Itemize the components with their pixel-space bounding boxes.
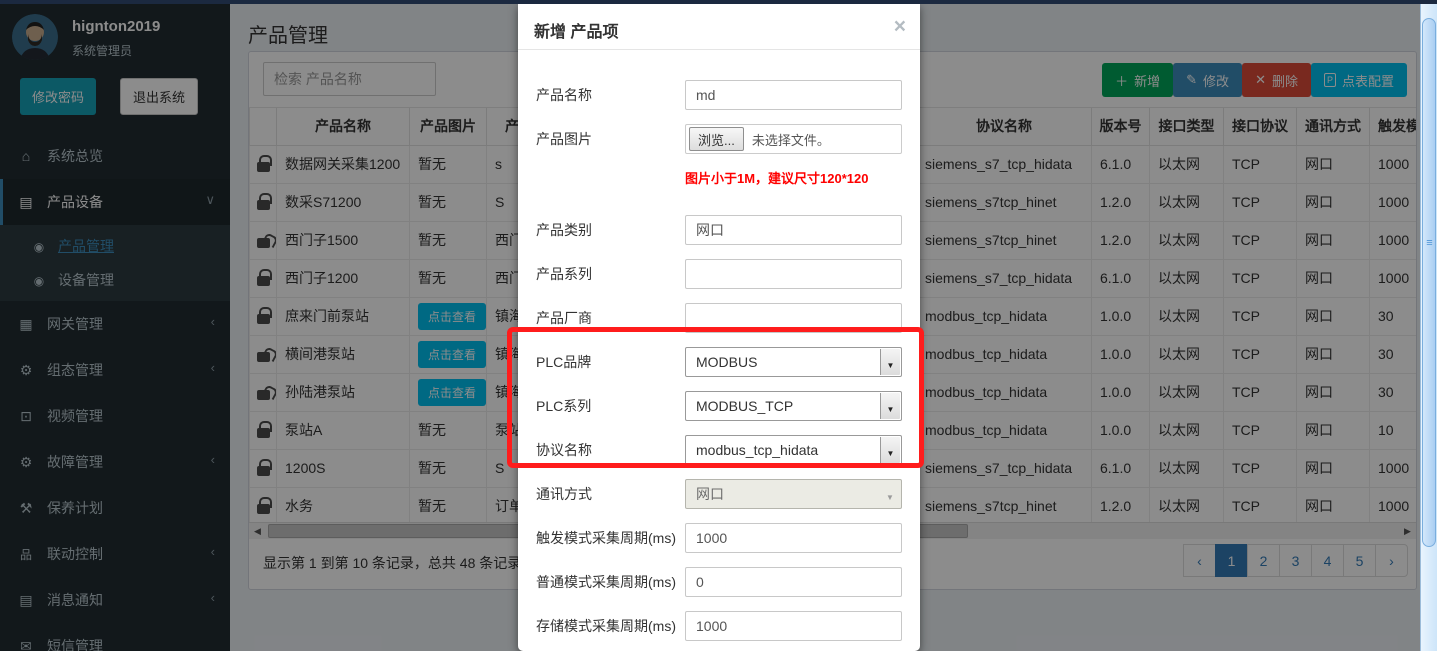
storage-period-input[interactable]: [685, 611, 902, 641]
plc-brand-label: PLC品牌: [536, 352, 685, 372]
product-image-label: 产品图片: [536, 129, 685, 149]
scrollbar-grip-icon: ≡: [1421, 237, 1437, 249]
trigger-period-label: 触发模式采集周期(ms): [536, 528, 685, 548]
plc-brand-select[interactable]: MODBUS: [685, 347, 902, 377]
trigger-period-input[interactable]: [685, 523, 902, 553]
normal-period-input[interactable]: [685, 567, 902, 597]
modal-body: 产品名称 产品图片 浏览... 未选择文件。 图片小于1M，建议尺寸120*12…: [518, 50, 920, 651]
dropdown-arrow-icon[interactable]: [880, 349, 900, 375]
comm-mode-select: 网口: [685, 479, 902, 509]
app-window: hignton2019 系统管理员 修改密码 退出系统 系统总览 产品设备 ∨ …: [0, 0, 1437, 651]
vertical-scroll-thumb[interactable]: [1422, 18, 1436, 547]
storage-period-label: 存储模式采集周期(ms): [536, 616, 685, 636]
product-series-input[interactable]: [685, 259, 902, 289]
product-image-file-input[interactable]: 浏览... 未选择文件。: [685, 124, 902, 154]
dropdown-arrow-icon[interactable]: [880, 393, 900, 419]
add-product-modal: 新增 产品项 × 产品名称 产品图片 浏览... 未选择文件。 图片小于1M，建…: [518, 4, 920, 651]
browse-button[interactable]: 浏览...: [689, 127, 744, 151]
product-vendor-input[interactable]: [685, 303, 902, 333]
top-strip: [0, 0, 1437, 4]
file-status-text: 未选择文件。: [752, 130, 830, 149]
modal-title: 新增 产品项: [534, 24, 618, 41]
vertical-scrollbar[interactable]: ≡: [1420, 4, 1437, 651]
protocol-name-label: 协议名称: [536, 440, 685, 460]
normal-period-label: 普通模式采集周期(ms): [536, 572, 685, 592]
product-category-input[interactable]: [685, 215, 902, 245]
dropdown-arrow-icon[interactable]: [880, 437, 900, 463]
dropdown-arrow-icon: [880, 481, 900, 507]
plc-series-label: PLC系列: [536, 396, 685, 416]
protocol-select[interactable]: modbus_tcp_hidata: [685, 435, 902, 465]
product-name-input[interactable]: [685, 80, 902, 110]
product-vendor-label: 产品厂商: [536, 308, 685, 328]
product-name-label: 产品名称: [536, 85, 685, 105]
product-series-label: 产品系列: [536, 264, 685, 284]
close-icon[interactable]: ×: [894, 15, 906, 39]
image-size-hint: 图片小于1M，建议尺寸120*120: [685, 168, 902, 187]
plc-series-select[interactable]: MODBUS_TCP: [685, 391, 902, 421]
product-category-label: 产品类别: [536, 220, 685, 240]
comm-mode-label: 通讯方式: [536, 484, 685, 504]
